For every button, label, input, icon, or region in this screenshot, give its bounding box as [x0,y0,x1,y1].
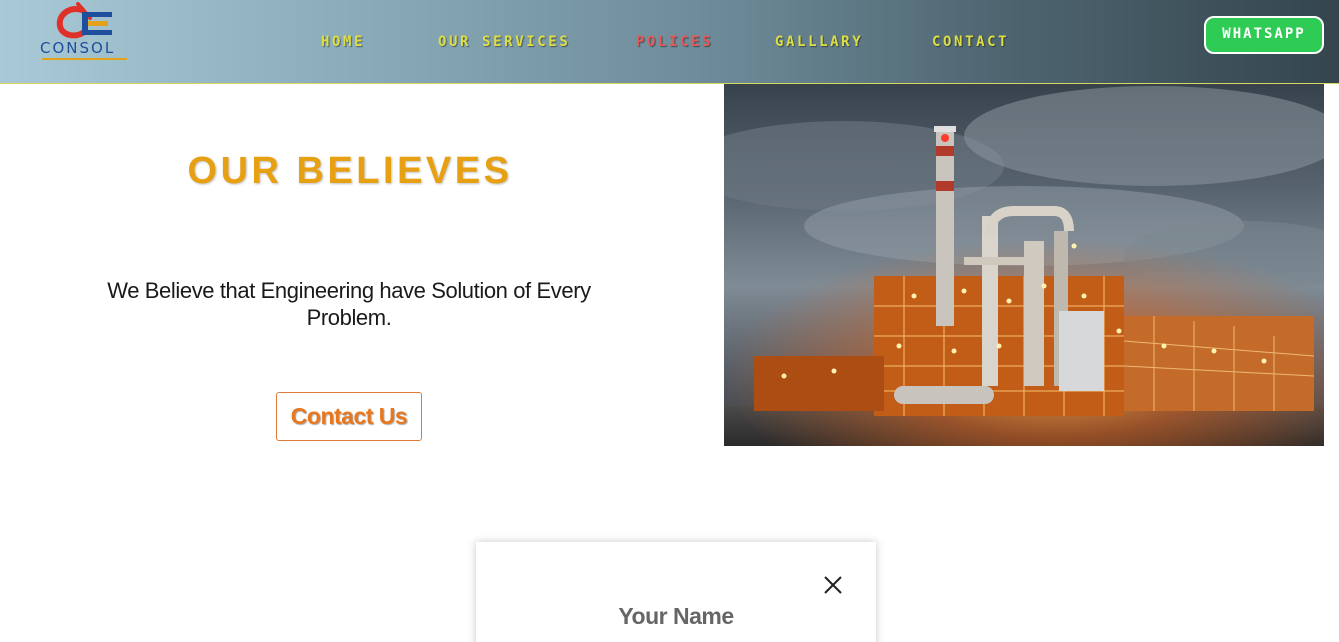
close-icon[interactable] [822,574,844,596]
your-name-label: Your Name [618,603,734,629]
nav-item-contact[interactable]: CONTACT [932,31,1009,53]
close-x-icon [824,576,842,594]
contact-us-button[interactable]: Contact Us [276,392,422,441]
refinery-photo-icon [724,46,1324,446]
hero-title: OUR BELIEVES [187,150,513,192]
logo-underline [42,58,127,60]
nav-item-gallery[interactable]: GALLLARY [775,31,863,53]
nav-item-our-services[interactable]: OUR SERVICES [438,31,570,53]
nav-item-home[interactable]: HOME [321,31,365,53]
whatsapp-button[interactable]: WHATSAPP [1204,16,1324,54]
refinery-photo [724,46,1324,446]
logo-text: CONSOL [40,39,116,57]
site-header: CONSOL HOME OUR SERVICES POLICES GALLLAR… [0,0,1339,84]
hero-description: We Believe that Engineering have Solutio… [107,278,591,330]
nav-item-policies[interactable]: POLICES [636,31,713,53]
contact-popup: Your Name [476,542,876,642]
